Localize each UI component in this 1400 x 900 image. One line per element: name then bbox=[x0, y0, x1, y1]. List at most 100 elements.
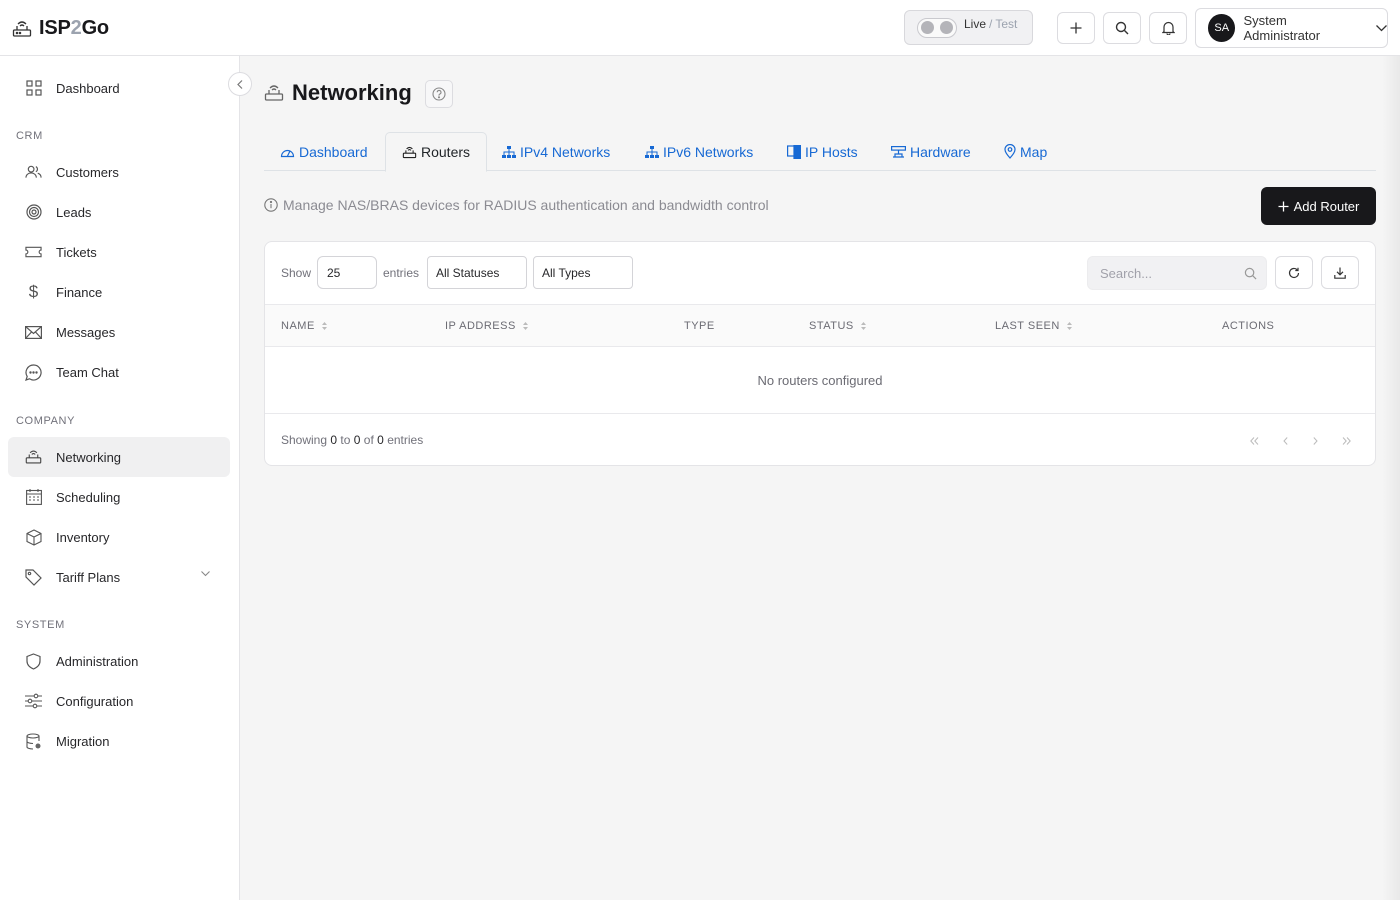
scroll-edge-shadow bbox=[1382, 56, 1400, 900]
target-icon bbox=[25, 204, 42, 221]
ticket-icon bbox=[25, 244, 42, 261]
box-icon bbox=[25, 528, 42, 546]
global-search-button[interactable] bbox=[1103, 12, 1141, 44]
chevron-down-icon[interactable] bbox=[201, 571, 210, 577]
sidebar-item-finance[interactable]: $ Finance bbox=[8, 272, 230, 312]
sidebar-item-leads[interactable]: Leads bbox=[8, 192, 230, 232]
routers-table-card: Show 25 entries All Statuses All Types S… bbox=[264, 241, 1376, 466]
sidebar-item-label: Configuration bbox=[56, 693, 134, 709]
table-header: NAME IP ADDRESS TYPE STATUS LAST SEEN AC… bbox=[265, 304, 1375, 347]
sidebar-item-scheduling[interactable]: Scheduling bbox=[8, 477, 230, 517]
tab-map[interactable]: Map bbox=[1004, 132, 1047, 171]
first-page-button[interactable] bbox=[1247, 434, 1261, 448]
tag-icon bbox=[25, 568, 42, 586]
gauge-icon bbox=[280, 146, 295, 158]
avatar: SA bbox=[1208, 14, 1236, 42]
export-button[interactable] bbox=[1321, 256, 1359, 289]
refresh-icon bbox=[1288, 267, 1300, 279]
dollar-icon: $ bbox=[28, 282, 39, 301]
help-button[interactable] bbox=[425, 80, 453, 108]
live-test-toggle[interactable]: Live / Test bbox=[904, 10, 1033, 45]
hardware-icon bbox=[891, 145, 906, 158]
router-icon bbox=[12, 20, 32, 38]
tab-dashboard[interactable]: Dashboard bbox=[280, 132, 368, 171]
mail-icon bbox=[25, 324, 42, 341]
sliders-icon bbox=[25, 693, 42, 710]
sidebar-item-label: Customers bbox=[56, 164, 119, 180]
plus-icon bbox=[1070, 22, 1082, 34]
column-header-type: TYPE bbox=[684, 320, 715, 332]
column-header-ip-address[interactable]: IP ADDRESS bbox=[445, 320, 528, 332]
sidebar-item-label: Team Chat bbox=[56, 364, 119, 380]
add-router-button[interactable]: Add Router bbox=[1261, 187, 1376, 225]
sidebar-item-administration[interactable]: Administration bbox=[8, 641, 230, 681]
notifications-button[interactable] bbox=[1149, 12, 1187, 44]
type-filter-select[interactable]: All Types bbox=[533, 256, 633, 289]
sidebar-item-customers[interactable]: Customers bbox=[8, 152, 230, 192]
tab-ip-hosts[interactable]: IP Hosts bbox=[787, 132, 858, 171]
toggle-switch[interactable] bbox=[917, 17, 957, 38]
plus-icon bbox=[1278, 201, 1289, 212]
sidebar-item-label: Scheduling bbox=[56, 489, 121, 505]
router-icon bbox=[402, 146, 417, 159]
bell-icon bbox=[1161, 21, 1175, 35]
sidebar-item-label: Administration bbox=[56, 653, 139, 669]
sidebar-item-dashboard[interactable]: Dashboard bbox=[8, 68, 230, 108]
sidebar-item-label: Inventory bbox=[56, 529, 110, 545]
next-page-button[interactable] bbox=[1308, 434, 1322, 448]
pagination-info: Showing 0 to 0 of 0 entries bbox=[281, 433, 424, 447]
refresh-button[interactable] bbox=[1275, 256, 1313, 289]
show-label: Show bbox=[281, 266, 312, 280]
user-menu-button[interactable]: SA System Administrator bbox=[1195, 8, 1388, 48]
column-header-name[interactable]: NAME bbox=[281, 320, 327, 332]
page-description: Manage NAS/BRAS devices for RADIUS authe… bbox=[264, 197, 769, 213]
sort-icon bbox=[321, 322, 327, 330]
last-page-button[interactable] bbox=[1339, 434, 1353, 448]
previous-page-button[interactable] bbox=[1278, 434, 1292, 448]
tab-ipv4-networks[interactable]: IPv4 Networks bbox=[502, 132, 610, 171]
grid-icon bbox=[25, 80, 42, 97]
chevron-left-icon bbox=[237, 79, 243, 89]
tab-hardware[interactable]: Hardware bbox=[891, 132, 971, 171]
sidebar-item-label: Tariff Plans bbox=[56, 569, 121, 585]
entries-label: entries bbox=[383, 266, 420, 280]
empty-table-message: No routers configured bbox=[265, 347, 1375, 414]
column-header-last-seen[interactable]: LAST SEEN bbox=[995, 320, 1072, 332]
sidebar-item-label: Migration bbox=[56, 733, 110, 749]
sidebar-item-inventory[interactable]: Inventory bbox=[8, 517, 230, 557]
quick-add-button[interactable] bbox=[1057, 12, 1095, 44]
database-icon bbox=[25, 732, 42, 750]
sidebar-item-configuration[interactable]: Configuration bbox=[8, 681, 230, 721]
search-icon bbox=[1244, 267, 1257, 280]
info-icon bbox=[264, 198, 278, 212]
page-title: Networking bbox=[292, 80, 412, 105]
sidebar-collapse-button[interactable] bbox=[228, 72, 252, 96]
tab-ipv6-networks[interactable]: IPv6 Networks bbox=[645, 132, 753, 171]
column-header-actions: ACTIONS bbox=[1222, 320, 1275, 332]
sidebar-item-messages[interactable]: Messages bbox=[8, 312, 230, 352]
sort-icon bbox=[860, 322, 866, 330]
sidebar-item-tickets[interactable]: Tickets bbox=[8, 232, 230, 272]
device-icon bbox=[787, 144, 801, 159]
status-filter-select[interactable]: All Statuses bbox=[427, 256, 527, 289]
table-search-input[interactable]: Search... bbox=[1087, 256, 1267, 290]
sidebar-item-label: Messages bbox=[56, 324, 116, 340]
map-pin-icon bbox=[1004, 144, 1016, 159]
sitemap-icon bbox=[645, 145, 659, 158]
tab-routers[interactable]: Routers bbox=[385, 132, 488, 172]
sidebar-item-migration[interactable]: Migration bbox=[8, 721, 230, 761]
question-icon bbox=[432, 87, 446, 101]
sort-icon bbox=[1066, 322, 1072, 330]
column-header-status[interactable]: STATUS bbox=[809, 320, 866, 332]
sidebar-item-networking[interactable]: Networking bbox=[8, 437, 230, 477]
app-logo[interactable]: ISP2Go bbox=[12, 17, 109, 40]
entries-per-page-input[interactable]: 25 bbox=[317, 256, 377, 289]
app-name: ISP2Go bbox=[39, 17, 109, 39]
sidebar-item-tariff-plans[interactable]: Tariff Plans bbox=[8, 557, 230, 597]
sidebar-item-label: Leads bbox=[56, 204, 92, 220]
sidebar-item-team-chat[interactable]: Team Chat bbox=[8, 352, 230, 392]
tab-bar: Dashboard Routers IPv4 Networks IPv6 Net… bbox=[264, 132, 1376, 172]
mode-label: Live / Test bbox=[964, 16, 1018, 31]
top-bar: ISP2Go Live / Test SA System Administrator bbox=[0, 0, 1400, 56]
search-icon bbox=[1115, 21, 1129, 35]
